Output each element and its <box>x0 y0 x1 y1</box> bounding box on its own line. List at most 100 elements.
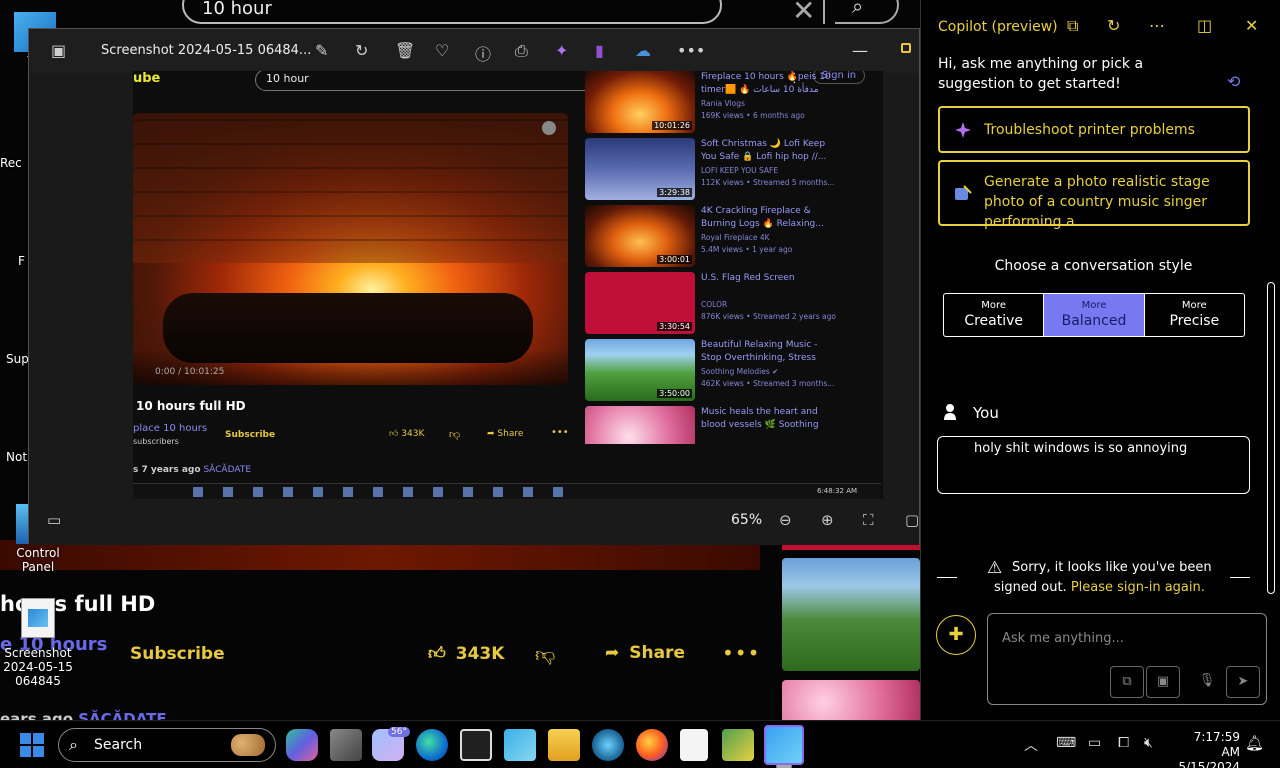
zoom-level: 65% <box>731 512 763 528</box>
system-clock[interactable]: 7:17:59 AM 5/15/2024 <box>1176 730 1240 768</box>
refresh-suggestions-icon[interactable]: ⟲ <box>1227 72 1240 91</box>
bg-dislike-icon[interactable]: 👎︎ <box>535 642 555 667</box>
suggestion-label: Generate a photo realistic stage photo o… <box>984 174 1210 230</box>
thumbs-up-icon: 👍︎ <box>389 429 399 439</box>
remote-desktop-icon[interactable] <box>504 729 536 761</box>
rec-meta: 876K views • Streamed 2 years ago <box>701 312 837 321</box>
style-name: Balanced <box>1061 313 1127 329</box>
bg-share-button[interactable]: ➦ Share <box>605 643 685 663</box>
clipchamp-icon[interactable]: ▮ <box>595 41 604 60</box>
bg-search-button[interactable] <box>835 0 899 24</box>
filmstrip-icon[interactable]: ▭ <box>47 511 61 529</box>
vpn-globe-icon[interactable] <box>592 729 624 761</box>
refresh-icon[interactable]: ↻ <box>1107 16 1120 35</box>
new-topic-icon: ✚ <box>948 624 964 645</box>
attach-icon[interactable]: ⧉ <box>1110 666 1144 698</box>
style-balanced-button[interactable]: More Balanced <box>1044 294 1145 336</box>
open-external-icon[interactable]: ⧉ <box>1067 16 1078 36</box>
favorite-heart-icon[interactable]: ♡ <box>435 41 449 60</box>
rotate-icon[interactable]: ↻ <box>355 41 368 60</box>
volume-muted-icon[interactable]: 🔇︎ <box>1144 735 1153 751</box>
dock-side-icon[interactable]: ◫ <box>1197 16 1212 35</box>
bg-like-button[interactable]: 👍︎ 343K <box>428 643 505 665</box>
battery-icon[interactable]: ▭ <box>1088 735 1101 751</box>
bg-thumbnail-flowers[interactable] <box>782 680 920 725</box>
zoom-in-icon[interactable]: ⊕ <box>821 511 834 529</box>
chat-input-box[interactable]: ⧉ ▣ 🎙︎ ➤ <box>987 613 1267 705</box>
share-icon: ➦ <box>605 643 620 663</box>
rec-meta: 5.4M views • 1 year ago <box>701 245 793 254</box>
copilot-app-icon[interactable] <box>286 729 318 761</box>
bg-clear-icon[interactable]: ✕ <box>792 0 815 27</box>
bg-thumbnail-meadow[interactable] <box>782 558 920 671</box>
bg-search-icon: ⌕ <box>852 0 864 18</box>
desktop-icon-label: Screenshot 2024-05-15 064845 <box>3 646 73 688</box>
sign-in-link[interactable]: Please sign-in again. <box>1071 580 1205 595</box>
new-topic-button[interactable]: ✚ <box>936 615 976 655</box>
file-explorer-icon[interactable] <box>548 729 580 761</box>
desktop-icon-recycle-bin[interactable]: Rec <box>0 156 28 170</box>
delete-icon[interactable]: 🗑︎ <box>395 41 415 60</box>
terminal-icon[interactable] <box>460 729 492 761</box>
rec-title: Music heals the heart and blood vessels … <box>701 407 819 430</box>
rec-title: 4K Crackling Fireplace & Burning Logs 🔥 … <box>701 206 824 229</box>
ask-input[interactable] <box>1002 628 1252 648</box>
task-view-icon[interactable] <box>330 729 362 761</box>
inner-taskbar: 6:48:32 AM <box>133 483 881 499</box>
rec-item: 3:30:54 U.S. Flag Red Screen COLOR 876K … <box>585 272 883 334</box>
style-precise-button[interactable]: More Precise <box>1145 294 1244 336</box>
suggestion-label: Troubleshoot printer problems <box>984 122 1195 138</box>
bg-more-icon[interactable]: ••• <box>722 641 760 665</box>
firefox-icon[interactable] <box>636 729 668 761</box>
edit-image-icon[interactable]: ✎ <box>315 41 328 60</box>
network-icon[interactable]: ⧠ <box>1118 735 1129 751</box>
chevron-up-icon[interactable]: ︿ <box>1024 735 1038 755</box>
notepad-icon[interactable] <box>680 729 708 761</box>
image-input-icon[interactable]: ▣ <box>1146 666 1180 698</box>
photos-bottom-bar: ▭ 65% ⊖ ⊕ ⛶ ▢ <box>29 503 919 545</box>
close-icon[interactable]: ✕ <box>1245 16 1258 35</box>
onedrive-icon[interactable]: ☁ <box>635 41 651 60</box>
inner-tag: SĂCĂDATE <box>203 465 252 475</box>
photos-app-icon[interactable] <box>764 725 804 765</box>
actual-size-icon[interactable]: ▢ <box>905 511 919 529</box>
print-icon[interactable]: ⎙ <box>515 41 528 61</box>
bg-subscribe-button[interactable]: Subscribe <box>130 644 225 664</box>
start-windows-icon[interactable] <box>16 729 48 761</box>
mic-icon[interactable]: 🎙︎ <box>1190 666 1224 698</box>
notification-bell-icon[interactable]: 🔔︎ <box>1245 734 1264 752</box>
style-more-label: More <box>981 300 1007 311</box>
rec-meta: 462K views • Streamed 3 months... <box>701 379 835 388</box>
style-creative-button[interactable]: More Creative <box>944 294 1045 336</box>
suggestion-troubleshoot-printer[interactable]: Troubleshoot printer problems <box>938 106 1250 153</box>
photos-titlebar[interactable]: ▣ Screenshot 2024-05-15 06484... ✎ ↻ 🗑︎ … <box>29 29 919 73</box>
rec-title: Beautiful Relaxing Music - Stop Overthin… <box>701 340 818 363</box>
bg-search-query: 10 hour <box>202 0 272 19</box>
designer-icon[interactable]: ✦ <box>555 41 568 60</box>
more-options-icon[interactable]: ••• <box>677 41 705 60</box>
weather-badge: 56° <box>388 727 410 737</box>
edge-browser-icon[interactable] <box>416 729 448 761</box>
desktop-icon-screenshot[interactable]: Screenshot 2024-05-15 064845 <box>0 598 76 688</box>
photos-window[interactable]: ▣ Screenshot 2024-05-15 06484... ✎ ↻ 🗑︎ … <box>28 28 920 545</box>
bg-like-count: 343K <box>455 643 505 664</box>
rec-channel: Royal Fireplace 4K <box>701 233 770 242</box>
bg-divider <box>823 0 825 24</box>
fit-to-window-icon[interactable]: ⛶ <box>863 511 874 529</box>
keyboard-icon[interactable]: ⌨ <box>1056 735 1076 751</box>
minimize-button[interactable]: — <box>852 41 868 60</box>
send-icon[interactable]: ➤ <box>1226 666 1260 698</box>
zoom-out-icon[interactable]: ⊖ <box>779 511 792 529</box>
scrollbar[interactable] <box>1267 282 1275 594</box>
suggestion-generate-photo[interactable]: Generate a photo realistic stage photo o… <box>938 160 1250 230</box>
maximize-button[interactable] <box>901 43 911 53</box>
rec-duration: 3:30:54 <box>657 322 692 331</box>
photo-canvas[interactable]: ube 10 hour ✕ ⌕ 🎙︎ ⋮ Sign in 0:00 / 10:0… <box>133 71 883 499</box>
info-icon[interactable]: ⓘ <box>475 41 491 65</box>
search-label: Search <box>94 737 143 753</box>
inner-more-icon: ••• <box>551 427 569 438</box>
taskbar-search-box[interactable]: ⌕ Search <box>58 728 276 762</box>
more-options-icon[interactable]: ⋯ <box>1149 16 1165 35</box>
copilot-greeting: Hi, ask me anything or pick a suggestion… <box>938 56 1144 92</box>
task-app-icon[interactable] <box>722 729 754 761</box>
